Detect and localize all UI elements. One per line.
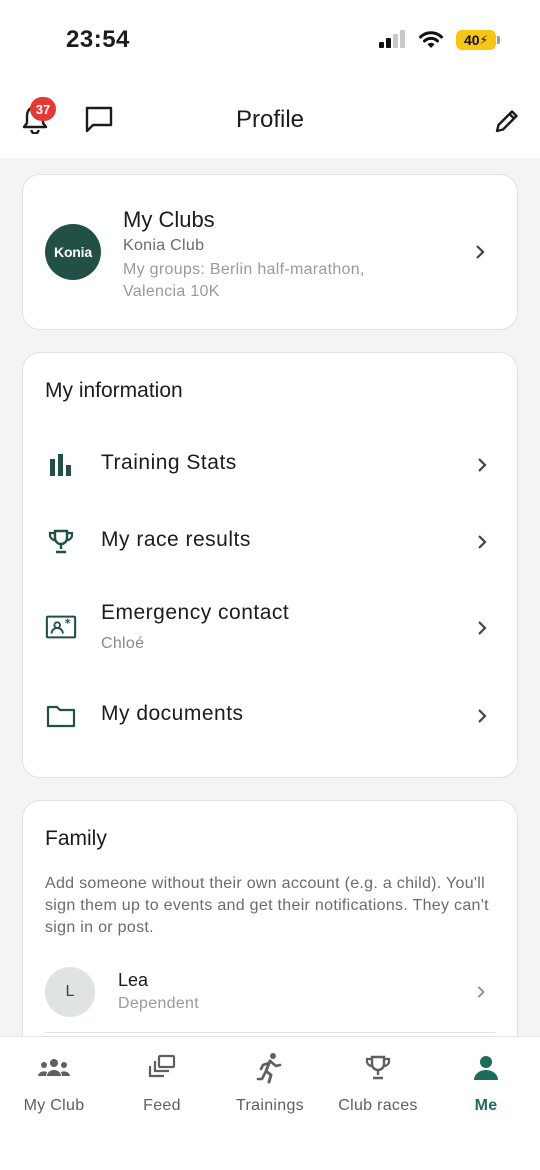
tab-label: My Club [23,1097,85,1114]
trophy-icon [364,1053,392,1083]
group-icon [36,1053,72,1083]
documents-row[interactable]: My documents [23,686,519,746]
pencil-icon [495,110,518,133]
runner-icon [256,1053,284,1084]
chevron-right-icon [476,245,485,259]
my-clubs-title: My Clubs [123,207,215,232]
battery-level: 40 [463,32,480,48]
club-groups: My groups: Berlin half-marathon, Valenci… [123,261,365,300]
family-description: Add someone without their own account (e… [45,875,489,936]
club-name: Konia Club [123,237,205,254]
tab-label: Club races [338,1097,418,1114]
bar-chart-icon [45,449,77,481]
training-stats-row[interactable]: Training Stats [23,435,519,495]
page-title: Profile [235,106,305,133]
tab-club-races[interactable]: Club races [324,1037,432,1127]
emergency-contact-row[interactable]: * Emergency contact Chloé [23,589,519,669]
divider [45,1032,495,1033]
edit-profile-button[interactable] [490,104,524,138]
trophy-icon [45,526,77,558]
contact-card-icon: * [45,611,77,643]
tab-label: Me [474,1097,498,1114]
family-card: Family Add someone without their own acc… [22,800,518,1036]
status-icons: 40 ⚡ [378,28,500,52]
member-role: Dependent [118,995,199,1012]
chevron-right-icon [478,621,487,635]
tab-me[interactable]: Me [432,1037,540,1127]
tab-label: Trainings [236,1097,304,1114]
my-clubs-card[interactable]: Konia My Clubs Konia Club My groups: Ber… [22,174,518,330]
family-title: Family [45,827,107,850]
chevron-right-icon [477,986,485,998]
feed-icon [147,1053,177,1083]
row-label: Emergency contact [101,601,290,624]
row-label: My race results [101,528,251,551]
person-icon [473,1053,499,1083]
club-logo: Konia [45,224,101,280]
wifi-icon [419,31,443,48]
emergency-contact-name: Chloé [101,635,145,652]
folder-icon [45,700,77,732]
chevron-right-icon [478,458,487,472]
tab-my-club[interactable]: My Club [0,1037,108,1127]
svg-text:*: * [65,617,71,630]
profile-content[interactable]: Konia My Clubs Konia Club My groups: Ber… [0,158,540,1036]
row-label: My documents [101,702,244,725]
app-header: 37 Profile [0,80,540,158]
tab-label: Feed [143,1097,181,1114]
my-information-title: My information [45,379,183,402]
battery-icon: 40 ⚡ [456,30,500,50]
signal-icon [379,30,405,48]
status-bar: 23:54 40 ⚡ [0,0,540,80]
tab-trainings[interactable]: Trainings [216,1037,324,1127]
avatar: L [45,967,95,1017]
my-information-card: My information Training Stats My race re… [22,352,518,778]
member-name: Lea [118,970,149,990]
status-time: 23:54 [66,26,130,53]
chevron-right-icon [478,535,487,549]
chevron-right-icon [478,709,487,723]
race-results-row[interactable]: My race results [23,512,519,572]
tab-feed[interactable]: Feed [108,1037,216,1127]
row-label: Training Stats [101,451,237,474]
bottom-tab-bar: My Club Feed Trainings Club races Me [0,1036,540,1170]
